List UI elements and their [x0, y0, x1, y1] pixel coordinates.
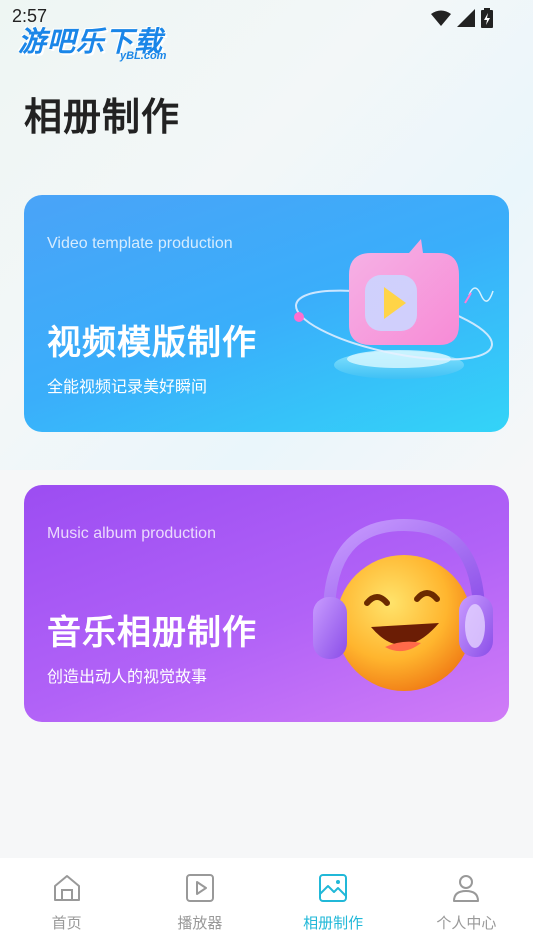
card-english-title: Video template production [47, 235, 233, 252]
status-icons [431, 8, 493, 28]
tab-label: 个人中心 [436, 914, 497, 932]
image-icon [319, 874, 348, 902]
headphone-emoji-icon [313, 518, 493, 691]
video-play-icon [294, 239, 494, 379]
play-icon [185, 874, 214, 902]
person-icon [453, 875, 480, 902]
bottom-tab-bar: 首页 播放器 相册制作 个人中心 [0, 858, 533, 948]
card-title: 音乐相册制作 [47, 613, 257, 653]
wifi-icon [431, 10, 451, 26]
card-subtitle: 创造出动人的视觉故事 [47, 667, 208, 686]
watermark-sub-text: yBL.com [120, 50, 167, 62]
page-title: 相册制作 [24, 95, 181, 139]
watermark-logo: 游吧乐下载 yBL.com [18, 20, 167, 62]
home-icon [53, 875, 80, 901]
tab-profile[interactable]: 个人中心 [400, 858, 533, 948]
tab-player[interactable]: 播放器 [133, 858, 266, 948]
card-title: 视频模版制作 [47, 323, 257, 363]
tab-label: 相册制作 [303, 914, 364, 932]
battery-icon [481, 8, 493, 28]
signal-icon [457, 9, 475, 27]
tab-label: 播放器 [177, 914, 223, 932]
video-template-card[interactable]: Video template production 视频模版制作 全能视频记录美… [24, 195, 509, 432]
tab-home[interactable]: 首页 [0, 858, 133, 948]
tab-label: 首页 [51, 914, 82, 932]
tab-album[interactable]: 相册制作 [267, 858, 400, 948]
card-english-title: Music album production [47, 525, 216, 542]
music-album-card[interactable]: Music album production 音乐相册制作 创造出动人的视觉故事 [24, 485, 509, 722]
card-subtitle: 全能视频记录美好瞬间 [47, 377, 208, 396]
